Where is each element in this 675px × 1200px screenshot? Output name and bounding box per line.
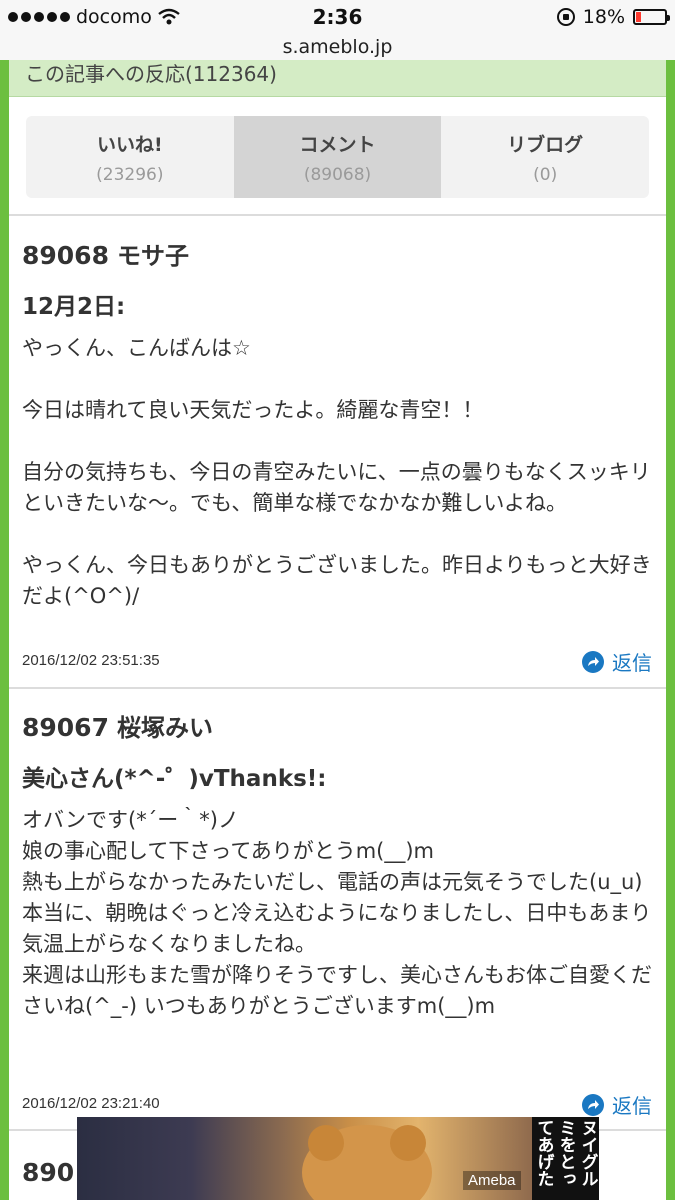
- reply-button[interactable]: 返信: [582, 1090, 652, 1119]
- battery-percent: 18%: [582, 6, 625, 28]
- bear-plush-image: [302, 1125, 432, 1200]
- ad-text-line: ミをとっ: [555, 1119, 576, 1187]
- url-text: s.ameblo.jp: [282, 36, 393, 58]
- battery-icon: [633, 9, 670, 25]
- tab-like[interactable]: いいね! (23296): [26, 116, 234, 198]
- reaction-tabs: いいね! (23296) コメント (89068) リブログ (0): [26, 116, 649, 198]
- reply-arrow-icon: [582, 650, 604, 673]
- divider: [9, 214, 666, 216]
- tab-comment-count: (89068): [303, 165, 372, 185]
- url-bar[interactable]: s.ameblo.jp: [0, 36, 675, 60]
- tab-comment[interactable]: コメント (89068): [233, 116, 442, 198]
- comment-header: 89068 モサ子: [22, 236, 652, 271]
- tab-like-label: いいね!: [97, 134, 163, 156]
- tab-reblog-count: (0): [533, 165, 558, 185]
- ad-logo: Ameba: [463, 1171, 521, 1190]
- tab-like-count: (23296): [96, 165, 164, 185]
- comment-title: 美心さん(*^-゜)vThanks!:: [22, 766, 327, 792]
- comment-footer: 2016/12/02 23:21:40 返信: [22, 1090, 652, 1120]
- comment-date: 2016/12/02 23:21:40: [22, 1095, 160, 1112]
- ad-text-line: ヌイグル: [577, 1119, 598, 1187]
- comment-title: 12月2日:: [22, 294, 126, 320]
- reply-label: 返信: [612, 1094, 652, 1118]
- comment-item: 89067 桜塚みい 美心さん(*^-゜)vThanks!: オバンです(*´ー｀…: [22, 708, 652, 1022]
- tab-reblog-label: リブログ: [507, 134, 584, 156]
- battery-fill: [636, 12, 641, 22]
- page-content: この記事への反応(112364) いいね! (23296) コメント (8906…: [9, 60, 666, 1200]
- comment-date: 2016/12/02 23:51:35: [22, 652, 160, 669]
- comment-body: やっくん、こんばんは☆ 今日は晴れて良い天気だったよ。綺麗な青空！！ 自分の気持…: [22, 336, 652, 608]
- comment-body: オバンです(*´ー｀*)ノ 娘の事心配して下さってありがとうm(__)m 熱も上…: [22, 808, 652, 1018]
- tab-reblog[interactable]: リブログ (0): [441, 116, 649, 198]
- comment-item: 89068 モサ子 12月2日: やっくん、こんばんは☆ 今日は晴れて良い天気だっ…: [22, 236, 652, 612]
- comment-header: 89067 桜塚みい: [22, 708, 652, 743]
- ad-banner[interactable]: Ameba ヌイグル ミをとっ てあげた: [77, 1117, 599, 1200]
- comment-author[interactable]: モサ子: [117, 242, 189, 270]
- reactions-header: この記事への反応(112364): [9, 60, 666, 97]
- ad-text-line: てあげた: [533, 1119, 554, 1187]
- ad-text: ヌイグル ミをとっ てあげた: [532, 1117, 599, 1200]
- comment-number: 89067: [22, 713, 109, 742]
- page-frame: この記事への反応(112364) いいね! (23296) コメント (8906…: [0, 60, 675, 1200]
- reply-label: 返信: [612, 651, 652, 675]
- rotation-lock-icon: [556, 8, 575, 26]
- reply-arrow-icon: [582, 1093, 604, 1116]
- comment-number-partial: 890: [22, 1158, 75, 1187]
- comment-author[interactable]: 桜塚みい: [117, 714, 213, 742]
- comment-number: 89068: [22, 241, 109, 270]
- divider: [9, 687, 666, 689]
- reply-button[interactable]: 返信: [582, 647, 652, 676]
- comment-footer: 2016/12/02 23:51:35 返信: [22, 647, 652, 677]
- tab-comment-label: コメント: [299, 134, 376, 156]
- status-bar: docomo 2:36 18%: [0, 0, 675, 36]
